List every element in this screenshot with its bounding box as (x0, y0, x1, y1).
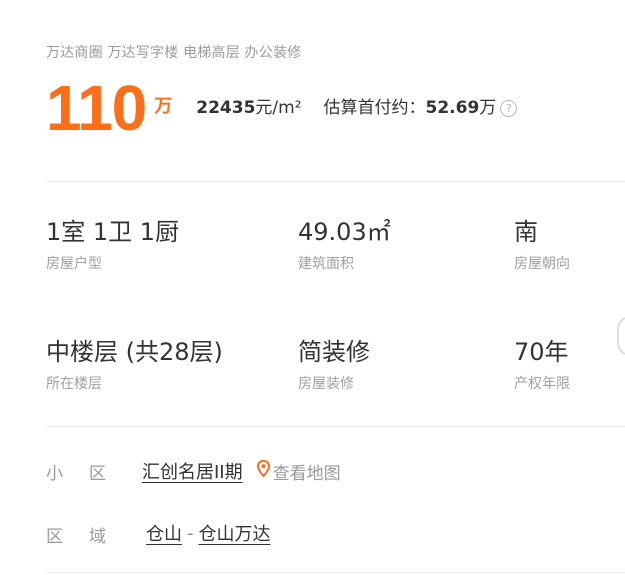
listing-summary-panel: 万达商圈 万达写字楼 电梯高层 办公装修 110 万 22435元/m² 估算首… (0, 0, 625, 575)
attr-value: 南 (514, 218, 538, 246)
attr-property-term: 70年 产权年限 (514, 337, 570, 393)
view-map-label: 查看地图 (272, 463, 341, 484)
region-label: 区域 (46, 527, 132, 547)
attr-label: 房屋装修 (298, 376, 354, 392)
down-payment-value: 52.69 (425, 98, 480, 118)
attr-value: 1室 1卫 1厨 (46, 218, 180, 246)
attr-decoration: 简装修 房屋装修 (298, 337, 370, 393)
attr-orientation: 南 房屋朝向 (514, 217, 570, 273)
divider (46, 181, 625, 182)
attr-value: 简装修 (298, 338, 370, 366)
divider (46, 572, 625, 573)
side-scroll-handle[interactable] (617, 316, 625, 356)
down-payment-label: 估算首付约： (323, 98, 426, 118)
unit-price: 22435元/m² (196, 93, 301, 118)
unit-price-suffix: 元/m² (255, 98, 302, 118)
listing-tags: 万达商圈 万达写字楼 电梯高层 办公装修 (46, 45, 302, 61)
community-row: 汇创名居II期 查看地图 (142, 458, 341, 484)
total-price: 110 (46, 72, 147, 144)
attr-area: 49.03㎡ 建筑面积 (298, 217, 391, 273)
attr-label: 产权年限 (514, 376, 570, 392)
region-separator: - (187, 522, 194, 544)
down-payment-unit: 万 (479, 98, 497, 118)
attr-value: 49.03㎡ (298, 218, 391, 246)
attr-label: 所在楼层 (46, 376, 102, 392)
attr-value: 70年 (514, 338, 569, 366)
total-price-unit: 万 (154, 96, 173, 117)
location-pin-icon (256, 459, 270, 482)
attr-value: 中楼层 (共28层) (46, 338, 223, 366)
down-payment: 估算首付约：52.69万? (324, 93, 518, 118)
attr-floor: 中楼层 (共28层) 所在楼层 (46, 337, 223, 393)
attr-layout: 1室 1卫 1厨 房屋户型 (46, 217, 179, 273)
region-row: 仓山 - 仓山万达 (146, 520, 271, 546)
area-link[interactable]: 仓山万达 (199, 520, 271, 546)
price-row: 110 万 22435元/m² 估算首付约：52.69万? (46, 66, 518, 144)
question-circle-icon[interactable]: ? (500, 100, 518, 117)
attr-label: 建筑面积 (298, 256, 354, 272)
divider (46, 426, 625, 427)
unit-price-value: 22435 (196, 98, 256, 118)
community-label: 小区 (46, 464, 132, 484)
district-link[interactable]: 仓山 (146, 520, 182, 546)
attr-label: 房屋户型 (46, 256, 102, 272)
community-name-link[interactable]: 汇创名居II期 (142, 458, 243, 484)
attr-label: 房屋朝向 (514, 256, 570, 272)
view-map-link[interactable]: 查看地图 (256, 459, 341, 484)
